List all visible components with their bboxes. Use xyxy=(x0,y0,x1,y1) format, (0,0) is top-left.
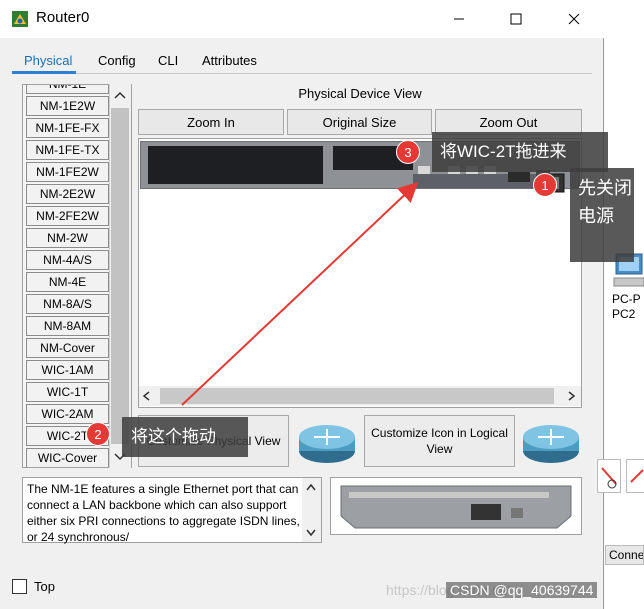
annotation-step2: 将这个拖动 xyxy=(122,417,248,457)
annotation-step3: 将WIC-2T拖进来 xyxy=(432,132,608,172)
step-badge: 2 xyxy=(86,422,110,446)
drag-arrow xyxy=(181,181,419,406)
step-badge: 3 xyxy=(396,140,420,164)
step-badge: 1 xyxy=(533,173,557,197)
annotation-step1: 先关闭电源 xyxy=(570,168,634,262)
watermark-credit: CSDN @qq_40639744 xyxy=(446,582,598,598)
